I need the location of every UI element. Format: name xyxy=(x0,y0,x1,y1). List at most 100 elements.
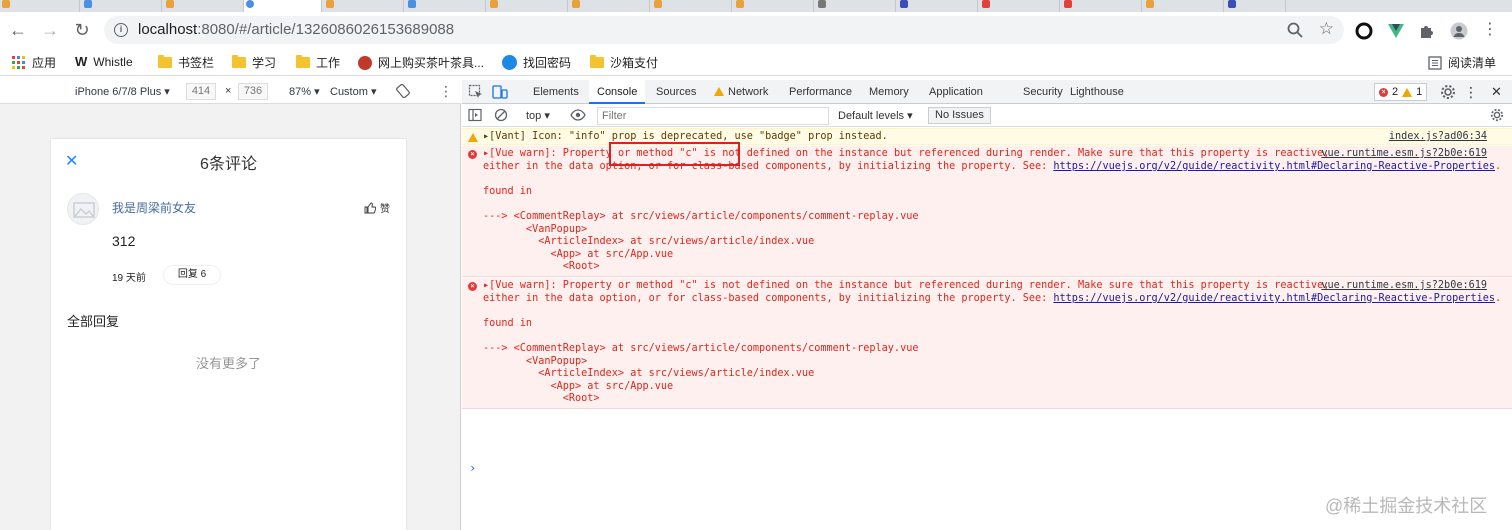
devtools-tab-bar: Elements Console Sources Network Perform… xyxy=(462,80,1512,104)
tab-favicon-icon xyxy=(982,0,990,8)
browser-tab[interactable] xyxy=(488,0,568,12)
tab-favicon-icon xyxy=(326,0,334,8)
console-error-message[interactable]: × ▸[Vue warn]: Property or method "c" is… xyxy=(462,278,1512,409)
console-error-message[interactable]: × ▸[Vue warn]: Property or method "c" is… xyxy=(462,142,1512,277)
reply-button[interactable]: 回复 6 xyxy=(163,265,221,285)
vue-devtools-icon[interactable] xyxy=(1387,22,1405,40)
device-toggle-icon[interactable] xyxy=(492,84,508,100)
tab-favicon-icon xyxy=(490,0,498,8)
browser-tab[interactable] xyxy=(816,0,896,12)
tab-network[interactable]: Network xyxy=(708,80,776,104)
extensions-puzzle-icon[interactable] xyxy=(1418,22,1436,40)
clear-console-icon[interactable] xyxy=(494,108,508,122)
browser-menu-button[interactable]: ⋮ xyxy=(1478,18,1502,42)
device-height-input[interactable]: 736 xyxy=(238,83,268,100)
bookmark-star-icon[interactable]: ☆ xyxy=(1319,19,1334,39)
issue-counter[interactable]: × 2 1 xyxy=(1374,83,1428,101)
console-prompt[interactable]: › xyxy=(469,461,476,475)
device-width-input[interactable]: 414 xyxy=(186,83,216,100)
tab-favicon-icon xyxy=(736,0,744,8)
browser-tab[interactable] xyxy=(652,0,732,12)
devtools-close-icon[interactable]: ✕ xyxy=(1483,80,1510,104)
address-bar[interactable]: i localhost:8080/#/article/1326086026153… xyxy=(104,16,1344,44)
avatar[interactable] xyxy=(67,193,99,225)
sidebar-toggle-icon[interactable] xyxy=(468,108,482,122)
reload-icon: ↻ xyxy=(74,20,90,40)
throttle-value: Custom xyxy=(330,86,368,98)
tea-site-icon xyxy=(358,55,372,70)
address-url[interactable]: localhost:8080/#/article/132608602615368… xyxy=(138,21,454,38)
extension-circle-icon[interactable] xyxy=(1355,22,1373,40)
bookmark-apps[interactable]: 应用 xyxy=(12,54,56,71)
devtools-more-icon[interactable]: ⋮ xyxy=(1456,80,1486,104)
bookmark-folder-bookmarks-bar[interactable]: 书签栏 xyxy=(158,54,214,71)
browser-tab[interactable] xyxy=(406,0,486,12)
reactivity-doc-link[interactable]: https://vuejs.org/v2/guide/reactivity.ht… xyxy=(1053,293,1495,304)
throttle-select[interactable]: Custom ▾ xyxy=(330,85,377,98)
browser-tab[interactable] xyxy=(164,0,244,12)
tab-favicon-icon xyxy=(246,0,254,8)
settings-gear-icon[interactable] xyxy=(1440,84,1456,100)
error-trace-line: <Root> xyxy=(483,393,600,404)
log-levels-select[interactable]: Default levels ▾ xyxy=(838,109,913,122)
bookmark-recover-password[interactable]: 找回密码 xyxy=(502,54,571,71)
browser-toolbar: ← → ↻ i localhost:8080/#/article/1326086… xyxy=(0,12,1512,48)
bookmark-folder-work[interactable]: 工作 xyxy=(296,54,340,71)
rotate-icon[interactable] xyxy=(396,84,410,98)
console-settings-gear-icon[interactable] xyxy=(1490,108,1504,122)
comment-username[interactable]: 我是周梁前女友 xyxy=(112,199,196,216)
console-filter-input[interactable] xyxy=(597,107,829,125)
tab-performance[interactable]: Performance xyxy=(781,80,860,104)
bookmark-whistle[interactable]: W Whistle xyxy=(75,54,133,69)
error-trace-line: <App> at src/App.vue xyxy=(483,249,674,260)
tab-lighthouse[interactable]: Lighthouse xyxy=(1062,80,1132,104)
bookmark-folder-study[interactable]: 学习 xyxy=(232,54,276,71)
back-button[interactable]: ← xyxy=(6,18,30,42)
like-button[interactable]: 赞 xyxy=(364,200,390,215)
context-select[interactable]: top ▾ xyxy=(526,109,550,122)
site-info-icon[interactable]: i xyxy=(114,23,128,37)
warning-source-link[interactable]: index.js?ad06:34 xyxy=(1389,131,1487,142)
live-expression-eye-icon[interactable] xyxy=(570,109,586,121)
folder-icon xyxy=(232,55,246,68)
reload-button[interactable]: ↻ xyxy=(70,18,94,42)
browser-tab[interactable] xyxy=(82,0,162,12)
device-toolbar-more-icon[interactable]: ⋮ xyxy=(439,83,453,100)
browser-tab[interactable] xyxy=(1144,0,1224,12)
browser-tab[interactable] xyxy=(980,0,1060,12)
profile-avatar-icon[interactable] xyxy=(1450,22,1468,40)
browser-tab-active[interactable] xyxy=(244,0,322,12)
browser-tab[interactable] xyxy=(734,0,814,12)
forward-button[interactable]: → xyxy=(38,18,62,42)
tab-elements[interactable]: Elements xyxy=(525,80,587,104)
tab-memory[interactable]: Memory xyxy=(861,80,917,104)
reactivity-doc-link[interactable]: https://vuejs.org/v2/guide/reactivity.ht… xyxy=(1053,161,1495,172)
browser-tab[interactable] xyxy=(898,0,978,12)
error-found-in: found in xyxy=(483,318,533,329)
bookmark-tea-shop[interactable]: 网上购买茶叶茶具... xyxy=(358,54,484,71)
tab-sources[interactable]: Sources xyxy=(648,80,704,104)
browser-tab[interactable] xyxy=(0,0,80,12)
zoom-search-icon[interactable] xyxy=(1286,21,1304,39)
comment-time: 19 天前 xyxy=(112,273,146,284)
browser-tab[interactable] xyxy=(1226,0,1286,12)
bookmark-folder-sandbox[interactable]: 沙箱支付 xyxy=(590,54,658,71)
tab-console[interactable]: Console xyxy=(589,80,646,104)
error-source-link[interactable]: vue.runtime.esm.js?2b0e:619 xyxy=(1321,280,1487,291)
browser-tab[interactable] xyxy=(1062,0,1142,12)
bookmarks-bar: 应用 W Whistle 书签栏 学习 工作 网上购买茶叶茶具... 找回密码 … xyxy=(0,48,1512,76)
error-trace-line: <Root> xyxy=(483,261,600,272)
error-source-link[interactable]: vue.runtime.esm.js?2b0e:619 xyxy=(1321,148,1487,159)
error-text: . xyxy=(1495,161,1502,172)
browser-tab[interactable] xyxy=(324,0,404,12)
browser-tab[interactable] xyxy=(570,0,650,12)
back-arrow-icon: ← xyxy=(9,20,27,40)
warning-count-icon xyxy=(1402,87,1413,97)
zoom-select[interactable]: 87% ▾ xyxy=(289,85,320,98)
tab-application[interactable]: Application xyxy=(921,80,991,104)
error-trace-line: <ArticleIndex> at src/views/article/inde… xyxy=(483,368,815,379)
inspect-element-icon[interactable] xyxy=(468,84,484,100)
issues-button[interactable]: No Issues xyxy=(928,107,991,124)
device-select[interactable]: iPhone 6/7/8 Plus ▾ xyxy=(75,85,170,98)
reading-list-button[interactable]: 阅读清单 xyxy=(1428,54,1496,71)
